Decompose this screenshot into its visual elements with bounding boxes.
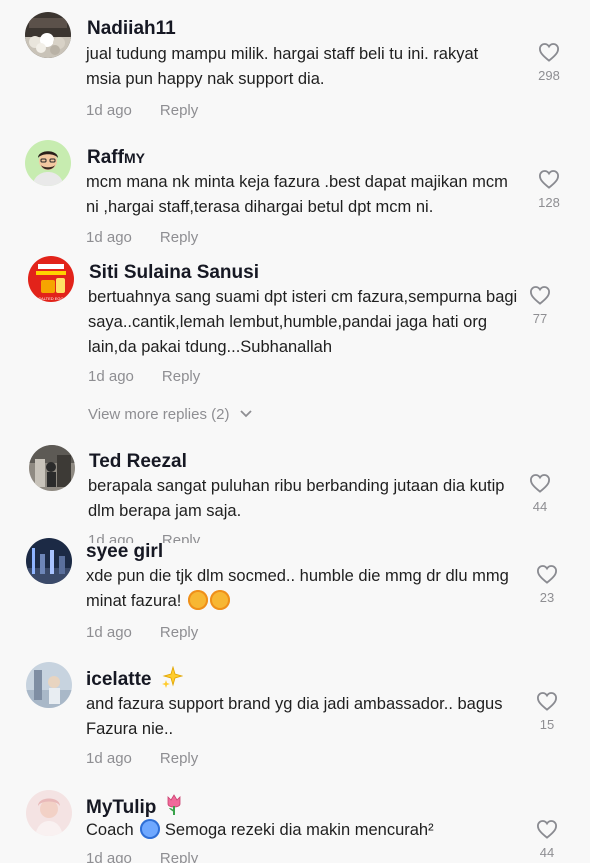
comment-text: xde pun die tjk dlm socmed.. humble die … xyxy=(86,564,516,614)
heart-outline-icon[interactable] xyxy=(536,564,558,584)
smiling-hearts-emoji xyxy=(187,590,208,610)
username[interactable]: Ted Reezal xyxy=(89,451,187,473)
username[interactable]: Siti Sulaina Sanusi xyxy=(89,262,259,284)
comment-text: mcm mana nk minta keja fazura .best dapa… xyxy=(86,173,508,216)
sparkles-emoji xyxy=(161,665,184,688)
like-button[interactable]: 15 xyxy=(527,691,567,732)
avatar[interactable] xyxy=(26,662,72,708)
comment-text: jual tudung mampu milik. hargai staff be… xyxy=(86,45,479,88)
comment-meta: 1d ago Reply xyxy=(86,102,198,119)
screaming-face-emoji xyxy=(140,819,161,839)
comment-item: Nadiiah11 jual tudung mampu milik. harga… xyxy=(0,0,590,130)
comment-text: bertuahnya sang suami dpt isteri cm fazu… xyxy=(88,288,518,356)
avatar[interactable] xyxy=(26,538,72,584)
like-button[interactable]: 23 xyxy=(527,564,567,605)
like-count: 23 xyxy=(539,590,555,605)
avatar[interactable] xyxy=(29,445,75,491)
comment-item: Ted Reezal berapala sangat puluhan ribu … xyxy=(0,440,590,543)
comment-time: 1d ago xyxy=(86,750,132,767)
chevron-down-icon[interactable] xyxy=(239,410,252,418)
like-button[interactable]: 77 xyxy=(520,285,560,326)
heart-outline-icon[interactable] xyxy=(538,169,560,189)
like-count: 298 xyxy=(538,68,560,83)
comment-time: 1d ago xyxy=(86,102,132,119)
comment-item: RaffMY mcm mana nk minta keja fazura .be… xyxy=(0,130,590,260)
username[interactable]: RaffMY xyxy=(87,147,145,169)
view-more-label[interactable]: View more replies (2) xyxy=(88,406,229,423)
like-count: 44 xyxy=(539,845,555,860)
reply-button[interactable]: Reply xyxy=(160,624,198,641)
comment-time: 1d ago xyxy=(86,229,132,246)
tulip-emoji xyxy=(167,794,181,815)
username-text[interactable]: icelatte xyxy=(86,669,151,690)
heart-outline-icon[interactable] xyxy=(529,473,551,493)
comment-meta: 1d ago Reply xyxy=(86,750,198,767)
like-count: 128 xyxy=(538,195,560,210)
username[interactable]: icelatte xyxy=(86,665,184,691)
like-button[interactable]: 298 xyxy=(529,42,569,83)
like-button[interactable]: 44 xyxy=(520,473,560,514)
avatar[interactable]: SALTED EGG xyxy=(28,256,74,302)
avatar[interactable] xyxy=(25,140,71,186)
reply-button[interactable]: Reply xyxy=(160,750,198,767)
comment-meta: 1d ago Reply xyxy=(86,624,198,641)
avatar[interactable] xyxy=(25,12,71,58)
comment-meta: 1d ago Reply xyxy=(88,368,200,385)
reply-button[interactable]: Reply xyxy=(160,229,198,246)
username[interactable]: Nadiiah11 xyxy=(87,18,176,40)
reply-button[interactable]: Reply xyxy=(160,850,198,863)
like-button[interactable]: 128 xyxy=(529,169,569,210)
like-count: 15 xyxy=(539,717,555,732)
comment-item: syee girl xde pun die tjk dlm socmed.. h… xyxy=(0,538,590,658)
username[interactable]: syee girl xyxy=(86,541,163,563)
username[interactable]: MyTulip xyxy=(86,794,184,819)
avatar-logo-text: SALTED EGG xyxy=(38,296,63,301)
comment-item: MyTulip Coach Semoga rezeki dia makin me… xyxy=(0,788,590,863)
heart-outline-icon[interactable] xyxy=(536,691,558,711)
comment-meta: 1d ago Reply xyxy=(86,850,198,863)
reply-button[interactable]: Reply xyxy=(160,102,198,119)
comment-time: 1d ago xyxy=(88,368,134,385)
smiling-hearts-emoji xyxy=(209,590,230,610)
like-count: 44 xyxy=(532,499,548,514)
comment-text: berapala sangat puluhan ribu berbanding … xyxy=(88,477,505,520)
comment-item: SALTED EGG Siti Sulaina Sanusi bertuahny… xyxy=(0,256,590,396)
username-text[interactable]: MyTulip xyxy=(86,797,156,818)
comment-text: Coach Semoga rezeki dia makin mencurah² xyxy=(86,818,516,843)
heart-outline-icon[interactable] xyxy=(529,285,551,305)
like-count: 77 xyxy=(532,311,548,326)
like-button[interactable]: 44 xyxy=(527,819,567,860)
comment-meta: 1d ago Reply xyxy=(86,229,198,246)
username-text[interactable]: Raff xyxy=(87,147,124,168)
comment-time: 1d ago xyxy=(86,850,132,863)
comment-text-start: Coach xyxy=(86,821,134,839)
view-more-replies-button[interactable]: View more replies (2) xyxy=(88,406,252,423)
comment-text-content: xde pun die tjk dlm socmed.. humble die … xyxy=(86,567,509,610)
avatar[interactable] xyxy=(26,790,72,836)
heart-outline-icon[interactable] xyxy=(538,42,560,62)
reply-button[interactable]: Reply xyxy=(162,368,200,385)
comment-item: icelatte and fazura support brand yg dia… xyxy=(0,660,590,780)
heart-outline-icon[interactable] xyxy=(536,819,558,839)
username-suffix: MY xyxy=(123,150,145,166)
comment-text-end: Semoga rezeki dia makin mencurah² xyxy=(164,821,434,839)
comment-text: and fazura support brand yg dia jadi amb… xyxy=(86,695,503,738)
comment-time: 1d ago xyxy=(86,624,132,641)
